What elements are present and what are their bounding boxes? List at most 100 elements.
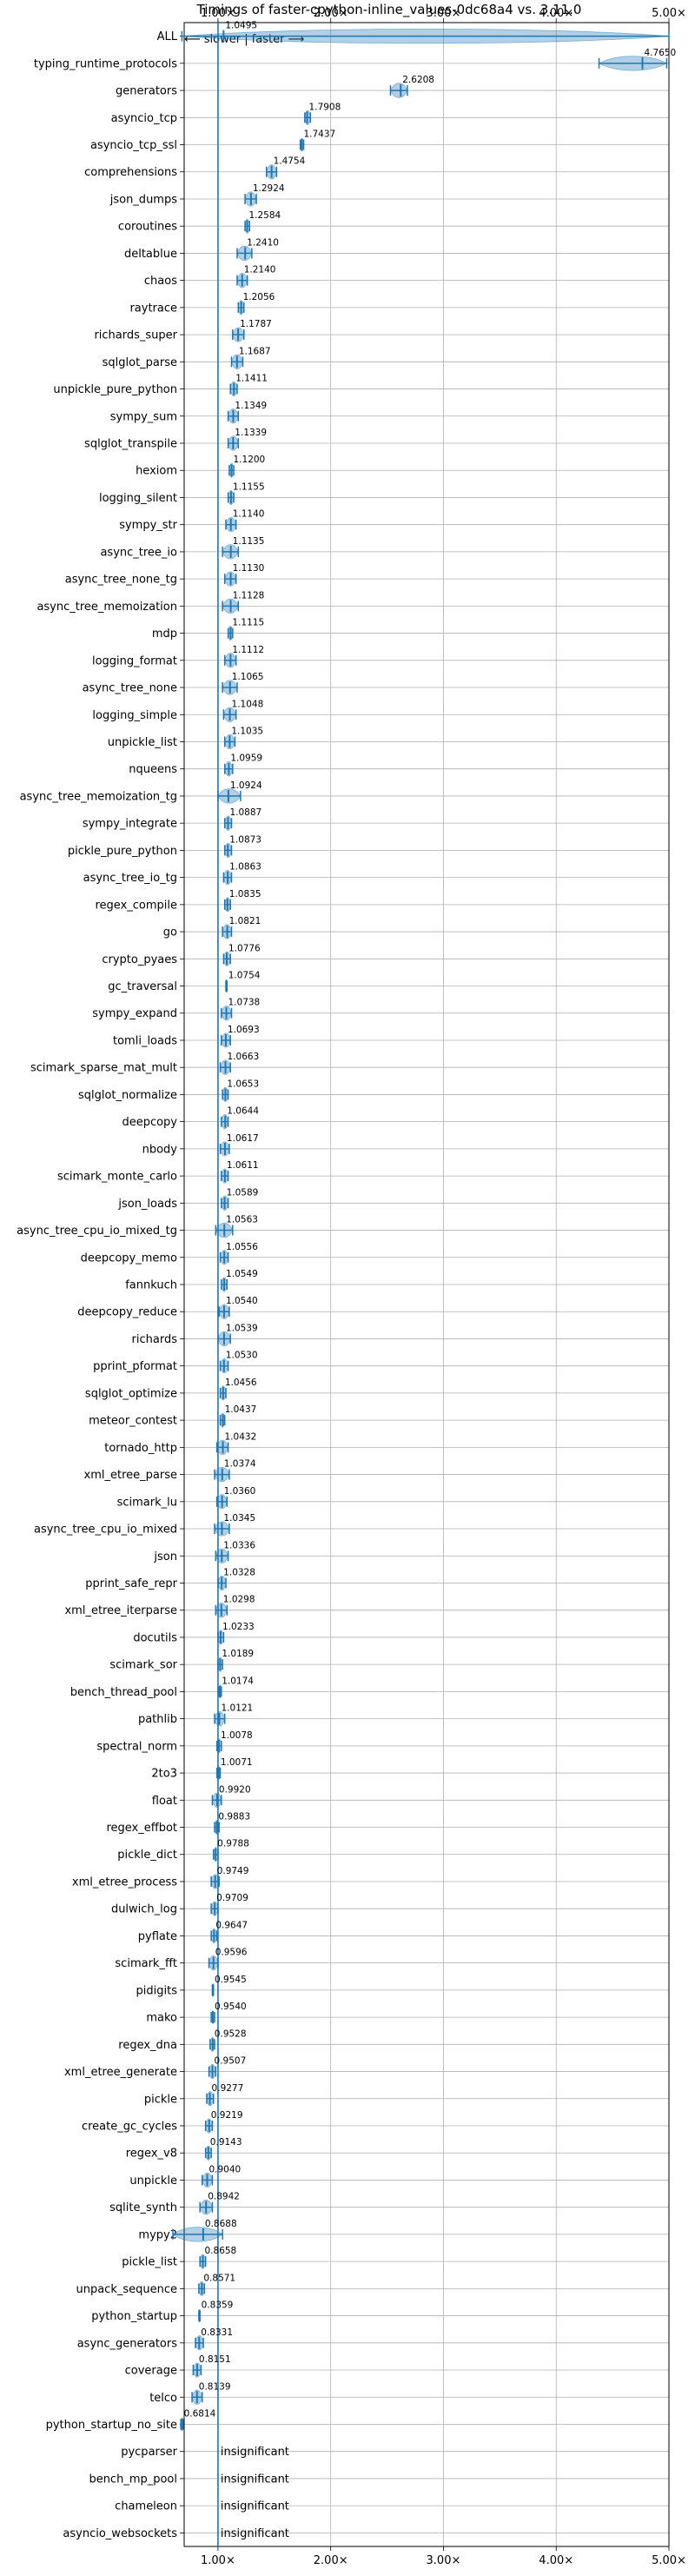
value-label: 0.9920: [219, 1784, 251, 1795]
benchmark-label: sympy_integrate: [83, 818, 177, 831]
chart-title: Timings of faster-cpython-inline_values-…: [196, 2, 582, 18]
benchmark-label: sympy_expand: [92, 1007, 177, 1020]
x-tick-label: 4.00×: [539, 2554, 573, 2567]
value-label: 1.0539: [226, 1323, 258, 1333]
benchmark-label: asyncio_websockets: [63, 2527, 177, 2540]
value-label: 1.1115: [232, 618, 264, 628]
insignificant-label: insignificant: [221, 2446, 289, 2459]
value-label: 1.0078: [221, 1730, 253, 1741]
benchmark-label: coroutines: [118, 221, 177, 234]
benchmark-label: pidigits: [136, 1984, 178, 1997]
benchmark-label: crypto_pyaes: [102, 953, 177, 966]
x-tick-label: 1.00×: [201, 2554, 235, 2567]
value-label: 4.7650: [645, 48, 677, 58]
value-label: 0.8151: [199, 2354, 231, 2365]
value-label: 1.0653: [227, 1079, 259, 1089]
value-label: 0.9277: [212, 2083, 244, 2094]
value-label: 1.0644: [227, 1106, 259, 1117]
benchmark-label: unpickle_list: [108, 736, 177, 749]
benchmark-label: sqlglot_normalize: [78, 1089, 177, 1102]
benchmark-label: asyncio_tcp_ssl: [90, 139, 177, 152]
value-label: 1.0345: [223, 1513, 255, 1524]
benchmark-label: regex_compile: [95, 899, 177, 912]
value-label: 1.0556: [226, 1242, 258, 1252]
value-label: 0.8359: [202, 2300, 234, 2311]
value-label: 1.2056: [243, 292, 275, 302]
value-label: 1.1339: [235, 428, 267, 438]
insignificant-label: insignificant: [221, 2527, 289, 2540]
value-label: 1.0693: [228, 1025, 260, 1035]
value-label: 1.0298: [223, 1595, 255, 1605]
value-label: 1.0835: [229, 889, 261, 900]
benchmark-label: async_tree_cpu_io_mixed_tg: [17, 1225, 177, 1238]
x-tick-label-top: 5.00×: [652, 7, 686, 20]
benchmark-label: xml_etree_process: [72, 1876, 177, 1889]
value-label: 1.0754: [228, 971, 261, 981]
benchmark-label: generators: [116, 85, 177, 98]
benchmark-label: json_loads: [117, 1198, 177, 1211]
value-label: 1.0873: [229, 834, 261, 845]
benchmark-label: nbody: [142, 1143, 178, 1156]
value-label: 1.7908: [309, 102, 341, 112]
value-label: 1.0589: [227, 1187, 259, 1198]
benchmark-label: regex_dna: [118, 2039, 177, 2052]
value-label: 1.4754: [274, 156, 306, 167]
value-label: 1.2140: [244, 265, 276, 276]
benchmark-label: python_startup_no_site: [46, 2419, 177, 2432]
benchmark-label: async_generators: [77, 2337, 178, 2350]
benchmark-label: scimark_monte_carlo: [57, 1171, 177, 1184]
benchmark-label: pathlib: [138, 1713, 177, 1726]
benchmark-label: create_gc_cycles: [82, 2121, 177, 2134]
benchmark-label: logging_silent: [99, 492, 177, 505]
benchmark-label: chameleon: [115, 2500, 177, 2513]
benchmark-label: chaos: [144, 275, 177, 288]
x-tick-label-top: 1.00×: [201, 7, 235, 20]
value-label: 1.1048: [232, 699, 264, 709]
benchmark-label: richards_super: [94, 329, 177, 342]
benchmark-label: bench_mp_pool: [89, 2473, 177, 2486]
value-label: 0.9647: [215, 1920, 248, 1930]
value-label: 1.0374: [224, 1459, 256, 1470]
benchmark-label: pprint_pformat: [93, 1360, 177, 1373]
benchmark-label: asyncio_tcp: [111, 112, 177, 125]
value-label: 1.0530: [226, 1351, 258, 1361]
value-label: 0.9528: [215, 2028, 247, 2039]
x-tick-label: 5.00×: [652, 2554, 686, 2567]
benchmark-label: xml_etree_generate: [64, 2066, 177, 2079]
value-label: 1.0821: [229, 916, 261, 926]
value-label: 1.0617: [227, 1133, 259, 1144]
value-label: 0.9143: [210, 2137, 242, 2148]
benchmark-label: hexiom: [136, 465, 177, 478]
value-label: 1.0336: [223, 1540, 255, 1550]
value-label: 0.9596: [215, 1948, 248, 1958]
value-label: 1.0776: [228, 943, 261, 953]
benchmark-label: tomli_loads: [113, 1034, 177, 1047]
benchmark-label: typing_runtime_protocols: [34, 57, 177, 70]
benchmark-label: mako: [146, 2012, 177, 2025]
benchmark-label: scimark_lu: [117, 1496, 177, 1509]
benchmark-label: sqlglot_transpile: [84, 438, 177, 451]
value-label: 0.8658: [205, 2246, 237, 2256]
benchmark-label: sqlite_synth: [109, 2201, 177, 2214]
benchmark-label: python_startup: [91, 2310, 177, 2323]
benchmark-label: telco: [149, 2392, 177, 2405]
value-label: 0.9540: [215, 2002, 247, 2012]
value-label: 0.9883: [218, 1812, 250, 1822]
benchmark-label: regex_v8: [126, 2148, 177, 2161]
value-label: 1.1112: [232, 645, 264, 655]
value-label: 1.0663: [228, 1052, 260, 1062]
benchmark-label: unpack_sequence: [76, 2283, 177, 2296]
benchmark-label: richards: [132, 1333, 178, 1346]
benchmark-label: mdp: [152, 627, 177, 641]
x-tick-label-top: 4.00×: [539, 7, 573, 20]
value-label: 0.9507: [215, 2056, 247, 2067]
benchmark-label: docutils: [133, 1631, 177, 1644]
benchmark-label: async_tree_none: [83, 682, 177, 695]
value-label: 1.1200: [234, 455, 266, 465]
benchmark-label: async_tree_none_tg: [65, 574, 177, 587]
benchmark-label: unpickle_pure_python: [53, 383, 177, 396]
value-label: 0.8571: [203, 2273, 235, 2283]
benchmark-label: mypy2: [138, 2228, 177, 2241]
value-label: 1.2410: [247, 237, 279, 248]
benchmark-label: sympy_sum: [110, 410, 177, 423]
